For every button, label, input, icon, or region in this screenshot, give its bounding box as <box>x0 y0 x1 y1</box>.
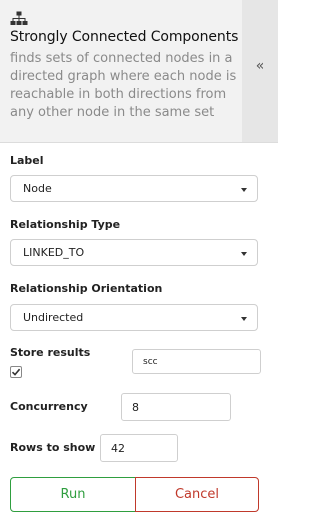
relationship-type-caption: Relationship Type <box>10 218 121 231</box>
label-caption: Label <box>10 154 44 167</box>
relationship-type-value: LINKED_TO <box>23 246 85 259</box>
caret-down-icon <box>241 188 247 192</box>
store-results-caption: Store results <box>10 346 91 359</box>
hierarchy-icon <box>10 11 28 25</box>
caret-down-icon <box>241 252 247 256</box>
algorithm-header: Strongly Connected Components finds sets… <box>0 0 278 143</box>
run-button[interactable]: Run <box>10 477 136 512</box>
rows-to-show-caption: Rows to show <box>10 441 96 454</box>
label-select[interactable]: Node <box>10 175 258 202</box>
concurrency-caption: Concurrency <box>10 400 88 413</box>
header-content: Strongly Connected Components finds sets… <box>0 0 242 142</box>
label-select-value: Node <box>23 182 52 195</box>
relationship-type-select[interactable]: LINKED_TO <box>10 239 258 266</box>
concurrency-input[interactable] <box>121 393 231 421</box>
store-results-checkbox[interactable] <box>10 366 22 378</box>
collapse-panel-button[interactable]: « <box>242 0 278 142</box>
caret-down-icon <box>241 317 247 321</box>
algorithm-title: Strongly Connected Components <box>10 29 239 45</box>
relationship-orientation-value: Undirected <box>23 311 84 324</box>
store-results-property-input[interactable] <box>132 349 261 374</box>
checkmark-icon <box>11 368 21 376</box>
relationship-orientation-caption: Relationship Orientation <box>10 282 163 295</box>
double-chevron-left-icon: « <box>255 58 265 74</box>
algorithm-description: finds sets of connected nodes in a direc… <box>10 51 237 120</box>
rows-to-show-input[interactable] <box>100 434 178 462</box>
relationship-orientation-select[interactable]: Undirected <box>10 304 258 331</box>
cancel-button[interactable]: Cancel <box>135 477 259 512</box>
